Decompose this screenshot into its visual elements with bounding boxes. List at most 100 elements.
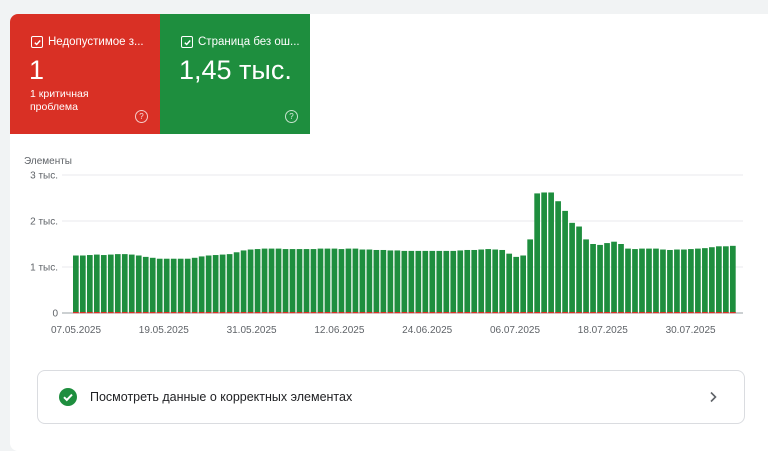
- bar: [415, 250, 422, 313]
- error-bar: [436, 312, 443, 314]
- error-bar: [604, 312, 610, 314]
- bar: [142, 256, 149, 313]
- error-bar: [534, 312, 540, 314]
- error-bar: [282, 312, 289, 314]
- bar: [646, 248, 652, 313]
- bar: [352, 248, 359, 313]
- error-bar: [723, 312, 729, 314]
- bar: [380, 249, 387, 313]
- bar: [422, 250, 429, 313]
- bar: [303, 249, 310, 313]
- bar: [317, 248, 324, 313]
- error-bar: [73, 312, 79, 314]
- error-bar: [226, 312, 233, 314]
- bar: [569, 222, 575, 313]
- bar: [394, 250, 401, 313]
- bar: [107, 254, 114, 313]
- bar: [345, 248, 352, 313]
- bar: [408, 250, 415, 313]
- bar: [149, 257, 156, 313]
- bar: [576, 226, 582, 313]
- bar: [429, 250, 436, 313]
- bar: [373, 249, 380, 313]
- error-bar: [331, 312, 338, 314]
- bar: [233, 252, 240, 313]
- error-bar: [618, 312, 624, 314]
- error-bar: [415, 312, 422, 314]
- error-bar: [527, 312, 533, 314]
- bar: [338, 249, 345, 313]
- check-circle-icon: [59, 388, 77, 406]
- bar: [93, 254, 100, 313]
- error-bar: [359, 312, 366, 314]
- error-bar: [135, 312, 142, 314]
- bar: [674, 249, 680, 313]
- bar: [716, 246, 722, 313]
- bar: [247, 249, 254, 313]
- bar: [135, 255, 142, 313]
- error-bar: [422, 312, 429, 314]
- bar: [205, 255, 212, 313]
- y-tick-label: 3 тыс.: [30, 171, 58, 182]
- error-bar: [170, 312, 177, 314]
- error-bar: [646, 312, 652, 314]
- x-tick-label: 12.06.2025: [314, 325, 364, 336]
- view-valid-items-link[interactable]: Посмотреть данные о корректных элементах: [37, 370, 745, 424]
- bar: [478, 249, 485, 313]
- error-bar: [177, 312, 184, 314]
- error-bar: [345, 312, 352, 314]
- bar: [261, 248, 268, 313]
- bar: [695, 248, 701, 313]
- error-bar: [730, 312, 736, 314]
- y-tick-label: 0: [52, 309, 58, 320]
- error-bar: [541, 312, 547, 314]
- y-tick-label: 2 тыс.: [30, 217, 58, 228]
- bar: [212, 255, 219, 313]
- error-bar: [632, 312, 638, 314]
- error-bar: [240, 312, 247, 314]
- bar: [681, 249, 687, 313]
- bar: [128, 254, 135, 313]
- error-bar: [107, 312, 114, 314]
- error-bar: [142, 312, 149, 314]
- bar: [359, 249, 366, 313]
- chevron-right-icon: [710, 391, 717, 403]
- items-bar-chart: Элементы 0 1 тыс. 2 тыс. 3 тыс. 07.05.2025 19.…: [24, 156, 743, 336]
- bar: [450, 250, 457, 313]
- bar: [625, 248, 631, 313]
- x-tick-label: 18.07.2025: [578, 325, 628, 336]
- bar: [86, 255, 93, 313]
- error-bar: [681, 312, 687, 314]
- bar: [240, 250, 247, 313]
- error-bar: [219, 312, 226, 314]
- error-bar: [212, 312, 219, 314]
- bar: [443, 250, 450, 313]
- bar: [660, 249, 666, 313]
- bar: [688, 249, 694, 313]
- bar: [79, 255, 86, 313]
- bar: [282, 249, 289, 313]
- y-tick-label: 1 тыс.: [30, 263, 58, 274]
- bar: [611, 241, 617, 313]
- bar: [555, 201, 561, 313]
- error-bar: [380, 312, 387, 314]
- error-bar: [688, 312, 694, 314]
- bar: [464, 249, 471, 313]
- bar: [702, 248, 708, 313]
- error-bar: [184, 312, 191, 314]
- error-bar: [86, 312, 93, 314]
- x-tick-label: 19.05.2025: [139, 325, 189, 336]
- bar: [639, 248, 645, 313]
- error-bar: [625, 312, 631, 314]
- error-bar: [408, 312, 415, 314]
- error-bar: [303, 312, 310, 314]
- bar: [709, 247, 715, 313]
- bar: [177, 258, 184, 313]
- error-bar: [520, 312, 527, 314]
- error-bar: [247, 312, 254, 314]
- error-bar: [653, 312, 659, 314]
- bar: [163, 258, 170, 313]
- bar: [268, 248, 275, 313]
- error-bar: [93, 312, 100, 314]
- bar: [436, 250, 443, 313]
